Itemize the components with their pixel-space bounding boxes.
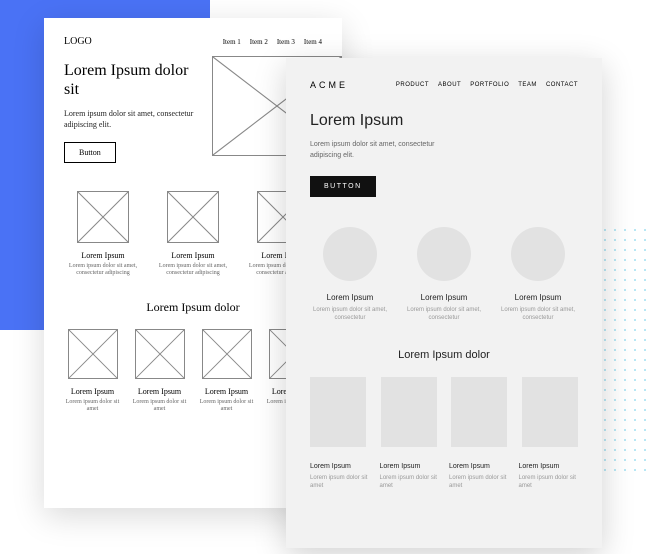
grid-item-sub: Lorem ipsum dolor sit amet (519, 474, 579, 491)
mockup-card: ACME PRODUCT ABOUT PORTFOLIO TEAM CONTAC… (286, 58, 602, 548)
grid-item: Lorem Ipsum Lorem ipsum dolor sit amet (131, 329, 188, 413)
grid-item-sub: Lorem ipsum dolor sit amet (380, 474, 440, 491)
hero-subtitle: Lorem ipsum dolor sit amet, consectetur … (310, 140, 460, 161)
grid-item-sub: Lorem ipsum dolor sit amet (198, 399, 255, 413)
grid-item-title: Lorem Ipsum (64, 387, 121, 396)
feature-item: Lorem Ipsum Lorem ipsum dolor sit amet, … (404, 227, 484, 323)
feature-title: Lorem Ipsum (64, 251, 142, 260)
feature-item: Lorem Ipsum Lorem ipsum dolor sit amet, … (310, 227, 390, 323)
grid-item: Lorem Ipsum Lorem ipsum dolor sit amet (449, 463, 509, 491)
feature-item: Lorem Ipsum Lorem ipsum dolor sit amet, … (64, 191, 142, 277)
rect-placeholder-icon (451, 377, 507, 447)
circle-placeholder-icon (417, 227, 471, 281)
feature-item: Lorem Ipsum Lorem ipsum dolor sit amet, … (498, 227, 578, 323)
hero-subtitle: Lorem ipsum dolor sit amet, consectetur … (64, 109, 204, 130)
image-placeholder-icon (167, 191, 219, 243)
image-placeholder-icon (202, 329, 252, 379)
nav-item[interactable]: CONTACT (546, 82, 578, 88)
mockup-features-row: Lorem Ipsum Lorem ipsum dolor sit amet, … (310, 227, 578, 323)
grid-item: Lorem Ipsum Lorem ipsum dolor sit amet (310, 463, 370, 491)
feature-sub: Lorem ipsum dolor sit amet, consectetur … (64, 263, 142, 277)
rect-placeholder-icon (522, 377, 578, 447)
nav-item[interactable]: Item 1 (223, 38, 241, 46)
grid-item-title: Lorem Ipsum (131, 387, 188, 396)
nav-item[interactable]: Item 4 (304, 38, 322, 46)
nav-item[interactable]: PRODUCT (396, 82, 429, 88)
circle-placeholder-icon (323, 227, 377, 281)
wireframe-nav: Item 1 Item 2 Item 3 Item 4 (223, 38, 322, 46)
wireframe-logo: LOGO (64, 36, 92, 47)
grid-item-title: Lorem Ipsum (198, 387, 255, 396)
mockup-logo: ACME (310, 80, 348, 90)
feature-title: Lorem Ipsum (498, 293, 578, 302)
nav-item[interactable]: Item 2 (250, 38, 268, 46)
rect-placeholder-icon (310, 377, 366, 447)
image-placeholder-icon (77, 191, 129, 243)
grid-item-sub: Lorem ipsum dolor sit amet (310, 474, 370, 491)
grid-item-title: Lorem Ipsum (380, 463, 440, 470)
grid-item-title: Lorem Ipsum (519, 463, 579, 470)
mockup-grid-row (310, 377, 578, 447)
nav-item[interactable]: Item 3 (277, 38, 295, 46)
hero-title: Lorem Ipsum dolor sit (64, 61, 194, 99)
mockup-nav: PRODUCT ABOUT PORTFOLIO TEAM CONTACT (396, 82, 578, 88)
feature-sub: Lorem ipsum dolor sit amet, consectetur (404, 306, 484, 323)
feature-title: Lorem Ipsum (154, 251, 232, 260)
mockup-grid-captions: Lorem Ipsum Lorem ipsum dolor sit amet L… (310, 463, 578, 491)
nav-item[interactable]: PORTFOLIO (470, 82, 509, 88)
feature-sub: Lorem ipsum dolor sit amet, consectetur … (154, 263, 232, 277)
grid-item: Lorem Ipsum Lorem ipsum dolor sit amet (198, 329, 255, 413)
hero-title: Lorem Ipsum (310, 112, 578, 130)
wireframe-header: LOGO Item 1 Item 2 Item 3 Item 4 (64, 36, 322, 47)
grid-item: Lorem Ipsum Lorem ipsum dolor sit amet (519, 463, 579, 491)
grid-item: Lorem Ipsum Lorem ipsum dolor sit amet (380, 463, 440, 491)
hero-button[interactable]: Button (64, 142, 116, 163)
grid-item-title: Lorem Ipsum (310, 463, 370, 470)
rect-placeholder-icon (381, 377, 437, 447)
feature-title: Lorem Ipsum (310, 293, 390, 302)
grid-item-sub: Lorem ipsum dolor sit amet (449, 474, 509, 491)
image-placeholder-icon (135, 329, 185, 379)
mockup-header: ACME PRODUCT ABOUT PORTFOLIO TEAM CONTAC… (310, 80, 578, 90)
wireframe-features-row: Lorem Ipsum Lorem ipsum dolor sit amet, … (64, 191, 322, 277)
grid-item-title: Lorem Ipsum (449, 463, 509, 470)
wireframe-hero: Lorem Ipsum dolor sit Lorem ipsum dolor … (64, 61, 322, 163)
circle-placeholder-icon (511, 227, 565, 281)
section-title: Lorem Ipsum dolor (310, 349, 578, 361)
hero-button[interactable]: BUTTON (310, 176, 376, 197)
feature-item: Lorem Ipsum Lorem ipsum dolor sit amet, … (154, 191, 232, 277)
nav-item[interactable]: ABOUT (438, 82, 461, 88)
image-placeholder-icon (68, 329, 118, 379)
nav-item[interactable]: TEAM (518, 82, 537, 88)
grid-item: Lorem Ipsum Lorem ipsum dolor sit amet (64, 329, 121, 413)
feature-sub: Lorem ipsum dolor sit amet, consectetur (498, 306, 578, 323)
wireframe-grid-row: Lorem Ipsum Lorem ipsum dolor sit amet L… (64, 329, 322, 413)
grid-item-sub: Lorem ipsum dolor sit amet (131, 399, 188, 413)
feature-title: Lorem Ipsum (404, 293, 484, 302)
section-title: Lorem Ipsum dolor (64, 300, 322, 315)
grid-item-sub: Lorem ipsum dolor sit amet (64, 399, 121, 413)
feature-sub: Lorem ipsum dolor sit amet, consectetur (310, 306, 390, 323)
